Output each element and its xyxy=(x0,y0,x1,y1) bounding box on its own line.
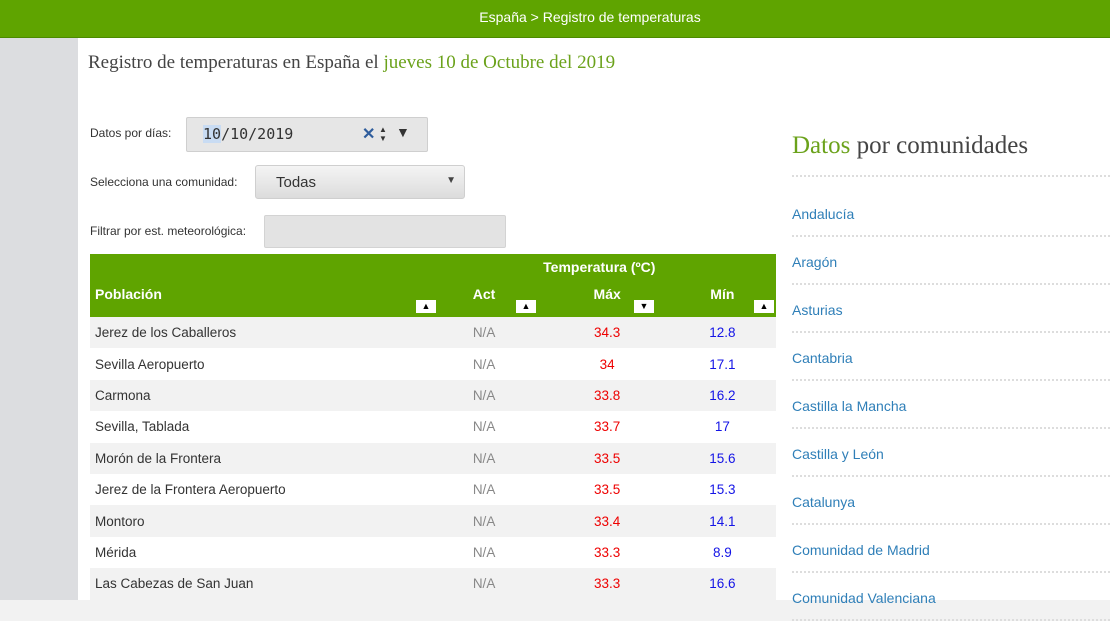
chevron-down-icon: ▼ xyxy=(446,175,456,186)
cell-act: N/A xyxy=(422,568,546,600)
cell-min: 17.1 xyxy=(668,348,776,380)
sort-arrows-icon[interactable]: ▲ xyxy=(416,300,436,313)
divider xyxy=(792,571,1110,573)
table-row: Carmona N/A 33.8 16.2 xyxy=(90,379,776,412)
cell-poblacion: Mérida xyxy=(90,536,423,569)
cell-min: 16.2 xyxy=(668,379,776,412)
cell-poblacion: Las Cabezas de San Juan xyxy=(90,568,423,600)
cell-max: 33.8 xyxy=(545,379,669,412)
divider xyxy=(792,475,1110,477)
community-link[interactable]: Comunidad de Madrid xyxy=(792,542,930,558)
cell-min: 8.9 xyxy=(668,536,776,569)
cell-max: 34 xyxy=(545,348,669,380)
community-link[interactable]: Castilla la Mancha xyxy=(792,398,906,414)
top-bar: España > Registro de temperaturas xyxy=(0,0,1110,38)
cell-max: 33.3 xyxy=(545,536,669,569)
table-row: Jerez de los Caballeros N/A 34.3 12.8 xyxy=(90,317,776,349)
date-input-value[interactable]: 10/10/2019 xyxy=(203,125,293,143)
date-day-selected: 10 xyxy=(203,125,222,143)
spinner-arrows-icon[interactable]: ▲ ▼ xyxy=(378,125,388,143)
community-link[interactable]: Comunidad Valenciana xyxy=(792,590,936,606)
cell-poblacion: Morón de la Frontera xyxy=(90,442,423,474)
sort-arrows-icon[interactable]: ▼ xyxy=(634,300,654,313)
main-content: Registro de temperaturas en España el ju… xyxy=(78,38,1110,621)
community-select[interactable]: Todas ▼ xyxy=(255,165,465,199)
page-title: Registro de temperaturas en España el ju… xyxy=(88,52,615,74)
date-rest: /10/2019 xyxy=(221,125,294,143)
community-link[interactable]: Andalucía xyxy=(792,206,854,222)
cell-act: N/A xyxy=(422,379,546,412)
community-select-value: Todas xyxy=(276,174,317,191)
cell-max: 33.4 xyxy=(545,505,669,537)
cell-poblacion: Jerez de los Caballeros xyxy=(90,317,423,349)
cell-act: N/A xyxy=(422,442,546,474)
cell-max: 33.5 xyxy=(545,442,669,474)
cell-min: 15.3 xyxy=(668,473,776,506)
communities-title: Datos por comunidades xyxy=(792,132,1029,159)
clear-x-icon[interactable]: ✕ xyxy=(362,124,375,144)
table-row: Sevilla, Tablada N/A 33.7 17 xyxy=(90,411,776,443)
community-link[interactable]: Aragón xyxy=(792,254,837,270)
table-row: Sevilla Aeropuerto N/A 34 17.1 xyxy=(90,348,776,380)
cell-poblacion: Montoro xyxy=(90,505,423,537)
date-filter-label: Datos por días: xyxy=(90,126,172,140)
page-title-prefix: Registro de temperaturas en España el xyxy=(88,52,379,73)
divider xyxy=(792,175,1110,177)
table-row: Morón de la Frontera N/A 33.5 15.6 xyxy=(90,442,776,474)
page-title-date: jueves 10 de Octubre del 2019 xyxy=(383,52,616,73)
breadcrumb[interactable]: España > Registro de temperaturas xyxy=(0,9,1110,25)
column-header-poblacion[interactable]: Población xyxy=(90,280,423,317)
table-row: Montoro N/A 33.4 14.1 xyxy=(90,505,776,537)
cell-max: 33.5 xyxy=(545,473,669,506)
cell-max: 33.3 xyxy=(545,568,669,600)
triangle-down-icon[interactable]: ▼ xyxy=(396,124,410,140)
station-filter-label: Filtrar por est. meteorológica: xyxy=(90,224,247,238)
temperature-group-header: Temperatura (ºC) xyxy=(422,254,776,280)
cell-min: 17 xyxy=(668,411,776,443)
cell-max: 34.3 xyxy=(545,317,669,349)
sort-arrows-icon[interactable]: ▲ xyxy=(754,300,774,313)
community-link[interactable]: Castilla y León xyxy=(792,446,884,462)
cell-poblacion: Sevilla Aeropuerto xyxy=(90,348,423,380)
cell-poblacion: Carmona xyxy=(90,379,423,412)
community-link[interactable]: Catalunya xyxy=(792,494,855,510)
community-link[interactable]: Asturias xyxy=(792,302,843,318)
cell-act: N/A xyxy=(422,317,546,349)
table-row: Las Cabezas de San Juan N/A 33.3 16.6 xyxy=(90,568,776,600)
divider xyxy=(792,331,1110,333)
divider xyxy=(792,427,1110,429)
cell-act: N/A xyxy=(422,348,546,380)
sort-arrows-icon[interactable]: ▲ xyxy=(516,300,536,313)
cell-act: N/A xyxy=(422,505,546,537)
cell-min: 12.8 xyxy=(668,317,776,349)
cell-min: 16.6 xyxy=(668,568,776,600)
cell-poblacion: Sevilla, Tablada xyxy=(90,411,423,443)
community-filter-label: Selecciona una comunidad: xyxy=(90,175,238,189)
divider xyxy=(792,379,1110,381)
station-filter-input[interactable] xyxy=(264,215,506,248)
date-input[interactable]: 10/10/2019 ✕ ▲ ▼ ▼ xyxy=(186,117,428,152)
divider xyxy=(792,283,1110,285)
divider xyxy=(792,523,1110,525)
cell-act: N/A xyxy=(422,536,546,569)
cell-act: N/A xyxy=(422,473,546,506)
cell-act: N/A xyxy=(422,411,546,443)
table-row: Jerez de la Frontera Aeropuerto N/A 33.5 15… xyxy=(90,473,776,506)
cell-min: 14.1 xyxy=(668,505,776,537)
table-row: Mérida N/A 33.3 8.9 xyxy=(90,536,776,569)
cell-min: 15.6 xyxy=(668,442,776,474)
cell-poblacion: Jerez de la Frontera Aeropuerto xyxy=(90,473,423,506)
cell-max: 33.7 xyxy=(545,411,669,443)
divider xyxy=(792,235,1110,237)
communities-panel: Datos por comunidades Andalucía Aragón Ast… xyxy=(792,38,1110,621)
left-sidebar-gutter xyxy=(0,38,78,600)
community-link[interactable]: Cantabria xyxy=(792,350,853,366)
